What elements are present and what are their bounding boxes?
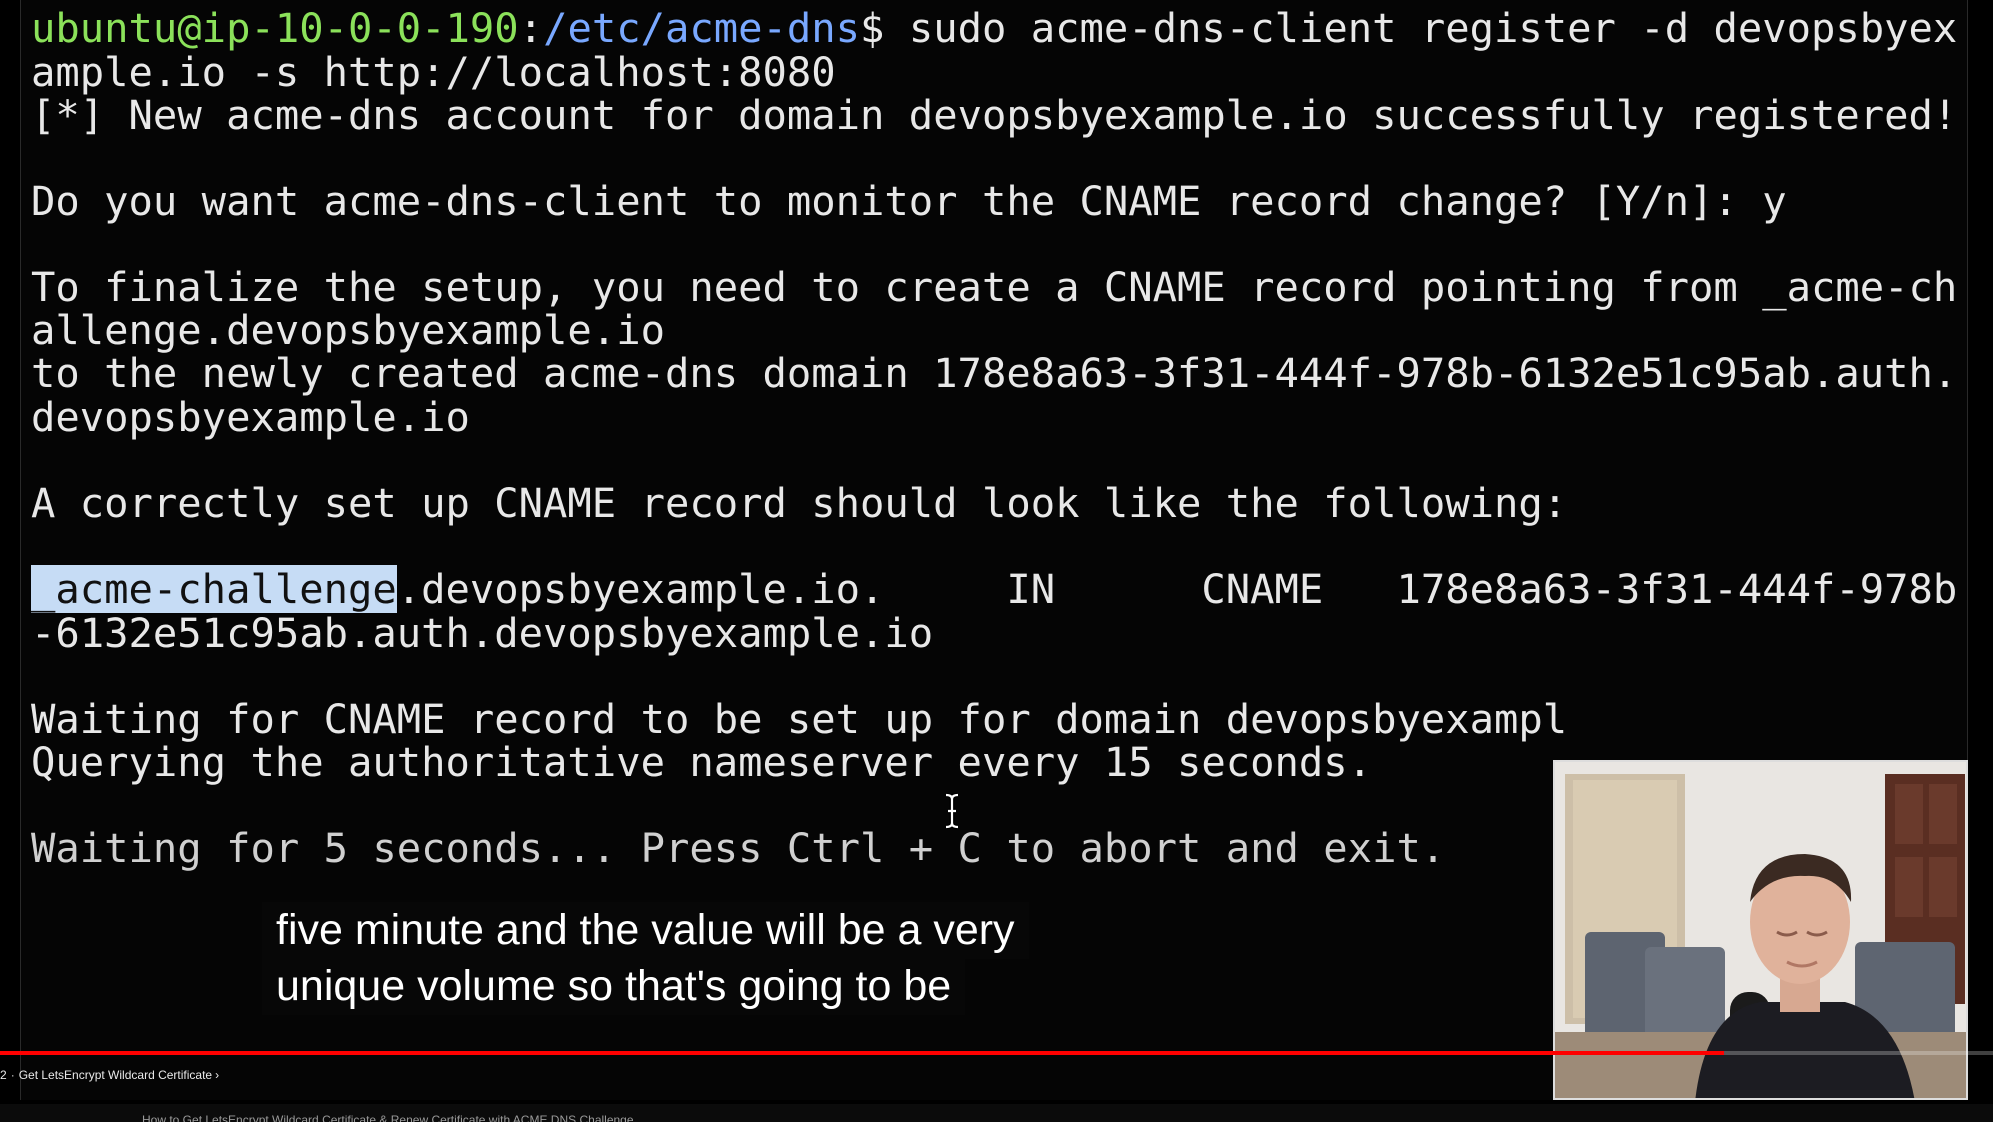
text-cursor-icon [945,793,959,829]
command-text: sudo acme-dns-client register -d devopsb… [884,4,1958,52]
chapter-prefix: 2 [0,1068,7,1082]
video-frame: ubuntu@ip-10-0-0-190:/etc/acme-dns$ sudo… [0,0,1993,1122]
subtitle-captions: five minute and the value will be a very… [262,902,1092,1015]
caption-line-1: five minute and the value will be a very [262,902,1029,959]
presenter-video [1555,762,1966,1098]
separator-dot: · [10,1068,15,1082]
prompt-dollar: $ [860,4,885,52]
terminal-line: -6132e51c95ab.auth.devopsbyexample.io [31,609,934,657]
webcam-overlay [1553,760,1968,1100]
video-progress-bar[interactable] [0,1051,1993,1055]
terminal-line: Waiting for 5 seconds... Press Ctrl + C … [31,824,1446,872]
chapter-title[interactable]: Get LetsEncrypt Wildcard Certificate [19,1068,212,1082]
chevron-right-icon[interactable]: › [212,1068,219,1082]
video-title: How to Get LetsEncrypt Wildcard Certific… [142,1113,634,1122]
terminal-line: devopsbyexample.io [31,393,470,441]
video-progress-played [0,1051,1724,1055]
bracket-open: [ [31,91,56,139]
asterisk-marker: * [55,91,80,139]
registered-message: ] New acme-dns account for domain devops… [79,91,1958,139]
terminal-line: A correctly set up CNAME record should l… [31,479,1568,527]
terminal-line: Do you want acme-dns-client to monitor t… [31,177,1787,225]
terminal-line: Querying the authoritative nameserver ev… [31,738,1373,786]
chapter-label[interactable]: 2 · Get LetsEncrypt Wildcard Certificate › [0,1068,219,1086]
caption-line-2: unique volume so that's going to be [262,958,966,1015]
terminal-line-registered: [*] New acme-dns account for domain devo… [31,88,1957,143]
